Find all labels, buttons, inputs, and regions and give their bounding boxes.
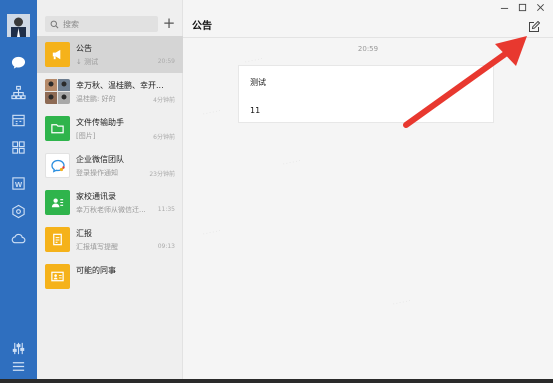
card-body: 11 xyxy=(250,106,261,115)
watermark: · · · · · · xyxy=(282,158,301,168)
taskbar-strip xyxy=(0,379,553,383)
add-button[interactable]: + xyxy=(162,15,176,31)
list-item-subtitle: [图片] xyxy=(76,132,96,140)
list-item-title: 家校通讯录 xyxy=(76,192,116,201)
window-controls xyxy=(500,2,545,12)
menu-icon[interactable] xyxy=(10,358,27,375)
list-item-file-transfer[interactable]: 文件传输助手 [图片] 6分钟前 xyxy=(37,110,183,147)
list-item-school-contacts[interactable]: 家校通讯录 幸万秋老师从微信迁... 11:35 xyxy=(37,184,183,221)
edit-icon[interactable] xyxy=(528,18,541,32)
card-title: 测试 xyxy=(250,78,266,87)
list-item-report[interactable]: 汇报 汇报填写提醒 09:13 xyxy=(37,221,183,258)
list-item-possible-colleagues[interactable]: 可能的同事 xyxy=(37,258,183,295)
list-item-subtitle: 汇报填写提醒 xyxy=(76,243,118,251)
conversation-list: 搜索 + 公告 ↓ 测试 20:59 幸万秋、温桂鹏、幸开... 温桂鹏: 好的 xyxy=(37,0,183,383)
report-icon xyxy=(45,227,70,252)
megaphone-icon xyxy=(45,42,70,67)
svg-text:W: W xyxy=(15,180,23,189)
list-item-time: 6分钟前 xyxy=(153,134,175,141)
apps-grid-icon[interactable] xyxy=(10,139,27,156)
list-item-title: 幸万秋、温桂鹏、幸开... xyxy=(76,81,164,90)
list-item-time: 4分钟前 xyxy=(153,97,175,104)
wecom-logo-icon xyxy=(45,153,70,178)
list-item-wecom-team[interactable]: 企业微信团队 登录操作通知 23分钟前 xyxy=(37,147,183,184)
list-item-subtitle: ↓ 测试 xyxy=(76,58,99,66)
user-avatar[interactable] xyxy=(7,14,30,37)
chat-icon[interactable] xyxy=(10,54,27,71)
calendar-icon[interactable] xyxy=(10,112,27,129)
list-item-announcement[interactable]: 公告 ↓ 测试 20:59 xyxy=(37,36,183,73)
list-item-title: 企业微信团队 xyxy=(76,155,124,164)
list-item-time: 20:59 xyxy=(157,58,175,65)
watermark: · · · · · · xyxy=(202,228,221,238)
search-placeholder: 搜索 xyxy=(63,19,79,29)
main-pane: 公告 20:59 测试 11 · · · · · · · · · · · · ·… xyxy=(183,0,553,383)
settings-sliders-icon[interactable] xyxy=(10,340,27,357)
list-item-subtitle: 登录操作通知 xyxy=(76,169,118,177)
close-icon[interactable] xyxy=(536,2,545,12)
watermark: · · · · · · xyxy=(202,108,221,118)
contacts-icon xyxy=(45,190,70,215)
search-icon xyxy=(50,20,59,28)
list-item-time: 11:35 xyxy=(157,206,175,213)
list-item-time: 09:13 xyxy=(157,243,175,250)
group-avatar-icon xyxy=(45,79,70,104)
id-card-icon xyxy=(45,264,70,289)
watermark: · · · · · · xyxy=(392,298,411,308)
word-doc-icon[interactable]: W xyxy=(10,175,27,192)
left-rail: W xyxy=(0,0,37,383)
list-item-title: 公告 xyxy=(76,44,92,53)
list-item-subtitle: 幸万秋老师从微信迁... xyxy=(76,206,146,214)
minimize-icon[interactable] xyxy=(500,2,509,12)
folder-icon xyxy=(45,116,70,141)
list-item-title: 文件传输助手 xyxy=(76,118,124,127)
page-title: 公告 xyxy=(192,21,212,32)
list-item-title: 汇报 xyxy=(76,229,92,238)
maximize-icon[interactable] xyxy=(518,2,527,12)
list-item-title: 可能的同事 xyxy=(76,266,116,275)
list-item-subtitle: 温桂鹏: 好的 xyxy=(76,95,116,103)
org-chart-icon[interactable] xyxy=(10,84,27,101)
cloud-icon[interactable] xyxy=(10,230,27,247)
list-item-time: 23分钟前 xyxy=(149,171,175,178)
hexagon-icon[interactable] xyxy=(10,203,27,220)
annotation-arrow xyxy=(403,36,527,128)
search-input[interactable]: 搜索 xyxy=(45,16,158,32)
list-item-group-chat[interactable]: 幸万秋、温桂鹏、幸开... 温桂鹏: 好的 4分钟前 xyxy=(37,73,183,110)
